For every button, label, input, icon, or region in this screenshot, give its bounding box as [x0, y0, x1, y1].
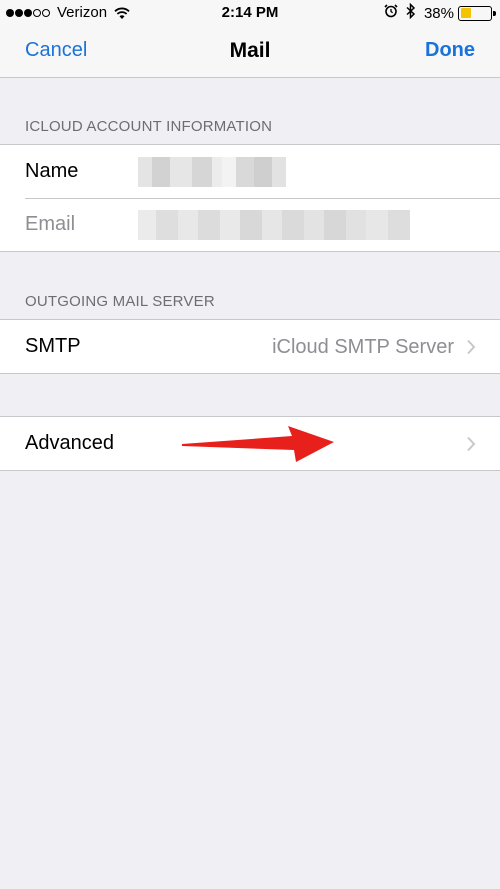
- name-value-redacted[interactable]: [138, 157, 286, 187]
- status-bar: Verizon 2:14 PM 38%: [0, 0, 500, 26]
- chevron-right-icon: [467, 339, 476, 355]
- email-value-redacted[interactable]: [138, 210, 410, 240]
- chevron-right-icon: [467, 436, 476, 452]
- smtp-value: iCloud SMTP Server: [272, 336, 454, 358]
- email-row[interactable]: Email: [0, 198, 500, 251]
- done-button[interactable]: Done: [425, 39, 475, 62]
- outgoing-server-group: SMTP iCloud SMTP Server: [0, 319, 500, 374]
- red-arrow-annotation: [182, 426, 334, 462]
- battery-icon: [458, 5, 496, 21]
- section-header-icloud: ICLOUD ACCOUNT INFORMATION: [25, 118, 273, 135]
- icloud-account-group: Name Email: [0, 144, 500, 252]
- battery-percent: 38%: [423, 4, 454, 22]
- name-row[interactable]: Name: [0, 145, 500, 198]
- bluetooth-icon: [406, 2, 416, 23]
- smtp-label: SMTP: [25, 335, 81, 357]
- name-label: Name: [25, 160, 79, 182]
- alarm-clock-icon: [384, 4, 398, 22]
- advanced-label: Advanced: [25, 432, 114, 454]
- battery-fill: [460, 8, 472, 18]
- navigation-bar: Cancel Mail Done: [0, 26, 500, 78]
- smtp-row[interactable]: SMTP iCloud SMTP Server: [0, 320, 500, 373]
- status-right: 38%: [384, 2, 496, 23]
- email-label: Email: [25, 213, 76, 235]
- section-header-outgoing: OUTGOING MAIL SERVER: [25, 293, 215, 310]
